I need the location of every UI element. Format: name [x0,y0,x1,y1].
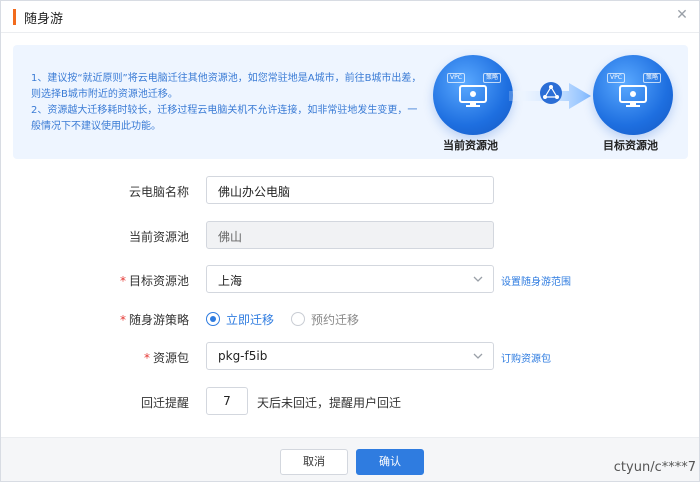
form-row-strategy: * 随身游策略 立即迁移 预约迁移 [119,312,360,327]
chevron-down-icon [473,353,483,359]
form-row-current-pool: 当前资源池 佛山 [1,221,699,251]
dialog-title: 随身游 [24,12,64,27]
info-line-2: 2、资源越大迁移耗时较长，迁移过程云电脑关机不允许连接，如非常驻地发生变更，一般… [31,105,418,132]
network-hub-icon [540,82,562,104]
close-icon[interactable]: ✕ [674,7,690,23]
form-row-reminder: 回迁提醒 7 天后未回迁，提醒用户回迁 [1,387,699,417]
form-row-name: 云电脑名称 佛山办公电脑 [1,176,699,206]
cancel-button[interactable]: 取消 [280,449,348,475]
strategy-tag: 策略 [643,73,662,83]
title-accent-bar [13,9,16,25]
strategy-label: * 随身游策略 [119,313,189,327]
current-pool-label: 当前资源池 [128,230,189,244]
form-row-package: * 资源包 pkg-f5ib 订购资源包 [1,342,699,372]
name-input[interactable]: 佛山办公电脑 [206,176,494,204]
info-panel: 1、建议按“就近原则”将云电脑迁往其他资源池，如您常驻地是A城市，前往B城市出差… [13,45,688,159]
dialog-header: 随身游 ✕ [1,1,699,33]
package-label: * 资源包 [143,351,189,365]
name-label: 云电脑名称 [128,185,189,199]
strategy-tag: 策略 [483,73,502,83]
target-pool-select[interactable]: 上海 [206,265,494,293]
vpc-tag: VPC [607,73,625,83]
current-pool-field: 佛山 [206,221,494,249]
confirm-button[interactable]: 确认 [356,449,424,475]
info-line-1: 1、建议按“就近原则”将云电脑迁往其他资源池，如您常驻地是A城市，前往B城市出差… [31,73,422,100]
set-roaming-range-link[interactable]: 设置随身游范围 [501,273,571,288]
target-pool-value: 上海 [218,274,243,288]
buy-package-link[interactable]: 订购资源包 [501,350,551,365]
vpc-tag: VPC [447,73,465,83]
reminder-suffix: 天后未回迁，提醒用户回迁 [257,396,402,410]
package-value: pkg-f5ib [218,349,268,363]
target-pool-label: * 目标资源池 [119,274,189,288]
target-pool-caption: 目标资源池 [603,139,658,152]
reminder-days-input[interactable]: 7 [206,387,248,415]
desktop-monitor-icon [459,85,487,107]
chevron-down-icon [473,276,483,282]
package-select[interactable]: pkg-f5ib [206,342,494,370]
target-pool-cloud-icon: VPC 策略 [593,55,673,135]
form-row-target-pool: * 目标资源池 上海 设置随身游范围 [1,265,699,295]
current-pool-caption: 当前资源池 [443,139,498,152]
migration-dialog: 随身游 ✕ 1、建议按“就近原则”将云电脑迁往其他资源池，如您常驻地是A城市，前… [0,0,700,482]
reminder-label: 回迁提醒 [140,396,189,410]
radio-unchecked-icon [291,312,305,326]
dialog-footer: 取消 确认 [1,437,699,481]
current-pool-cloud-icon: VPC 策略 [433,55,513,135]
watermark-text: ctyun/c****7 [613,460,696,475]
desktop-monitor-icon [619,85,647,107]
radio-checked-icon [206,312,220,326]
